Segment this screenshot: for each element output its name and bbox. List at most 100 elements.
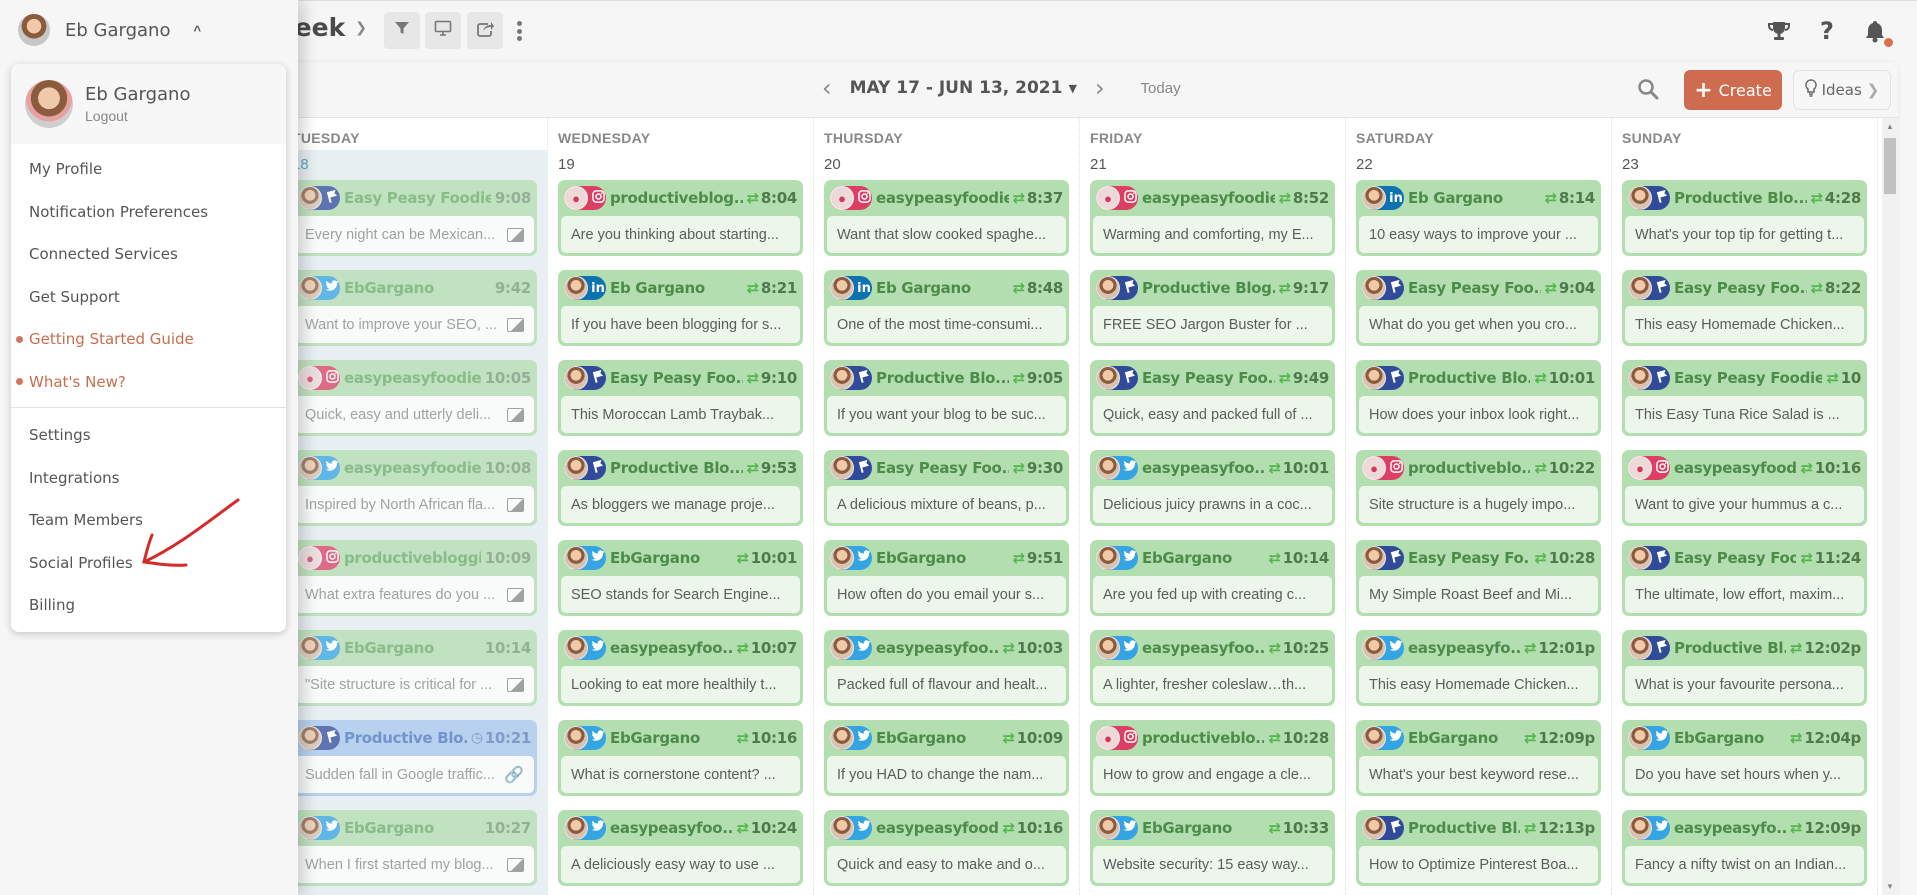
post-card[interactable]: Productive Blo... ⇄ 4:28 What's your top … — [1622, 180, 1867, 256]
post-card[interactable]: Productive Blo... ◷ 10:21 Sudden fall in … — [292, 720, 537, 796]
account-badge: ● — [298, 366, 340, 390]
post-card[interactable]: in Eb Gargano ⇄ 8:21 If you have been blo… — [558, 270, 803, 346]
post-card[interactable]: EbGargano ⇄ 10:33 Website security: 15 ea… — [1090, 810, 1335, 886]
post-card[interactable]: Productive Blog... ⇄ 9:17 FREE SEO Jargon… — [1090, 270, 1335, 346]
menu-item-get-support[interactable]: Get Support — [11, 276, 286, 319]
scroll-down-icon[interactable]: ▼ — [1886, 882, 1894, 891]
post-card[interactable]: EbGargano 9:42 Want to improve your SEO,… — [292, 270, 537, 346]
next-arrow-icon[interactable]: › — [1095, 74, 1105, 102]
post-card[interactable]: Easy Peasy Foodie ⇄ 10 This Easy Tuna Ric… — [1622, 360, 1867, 436]
post-time: 8:22 — [1824, 279, 1861, 297]
account-name: productiveblog... — [610, 189, 743, 207]
post-card[interactable]: EbGargano ⇄ 12:09p What's your best keywo… — [1356, 720, 1601, 796]
post-card[interactable]: EbGargano ⇄ 10:09 If you HAD to change th… — [824, 720, 1069, 796]
post-card[interactable]: Easy Peasy Foodie 9:08 Every night can b… — [292, 180, 537, 256]
day-number[interactable]: 18 — [292, 150, 537, 180]
calendar-scrollbar[interactable]: ▲ ▼ — [1882, 118, 1898, 895]
post-card[interactable]: Productive Bl... ⇄12:02p What is your fa… — [1622, 630, 1867, 706]
menu-item-my-profile[interactable]: My Profile — [11, 148, 286, 191]
post-card[interactable]: ● easypeasyfoodie ⇄ 8:37 Want that slow c… — [824, 180, 1069, 256]
account-name: Productive Bl... — [1674, 639, 1786, 657]
preview-button[interactable] — [425, 12, 461, 49]
menu-item-team-members[interactable]: Team Members — [11, 499, 286, 542]
post-card[interactable]: ● productivebloggi... 10:09 What extra f… — [292, 540, 537, 616]
post-card[interactable]: Easy Peasy Foo... ⇄ 8:22 This easy Homema… — [1622, 270, 1867, 346]
menu-item-notification-preferences[interactable]: Notification Preferences — [11, 191, 286, 234]
bell-icon[interactable] — [1863, 19, 1893, 47]
previous-arrow-icon[interactable]: ‹ — [822, 74, 832, 102]
create-button[interactable]: + Create — [1684, 70, 1782, 110]
day-number[interactable]: 20 — [824, 150, 1069, 180]
day-number[interactable]: 22 — [1356, 150, 1601, 180]
account-badge — [1362, 636, 1404, 660]
post-card[interactable]: EbGargano ⇄ 10:14 Are you fed up with cre… — [1090, 540, 1335, 616]
post-card[interactable]: in Eb Gargano ⇄ 8:14 10 easy ways to impr… — [1356, 180, 1601, 256]
post-text: Sudden fall in Google traffic... — [305, 766, 495, 783]
post-card[interactable]: Easy Peasy Foo... ⇄ 9:30 A delicious mixt… — [824, 450, 1069, 526]
post-card[interactable]: easypeasyfoo... ⇄ 10:01 Delicious juicy p… — [1090, 450, 1335, 526]
post-card[interactable]: Productive Bl... ⇄12:13p How to Optimize… — [1356, 810, 1601, 886]
ideas-button[interactable]: Ideas ❯ — [1793, 70, 1891, 110]
avatar — [18, 14, 50, 46]
post-card[interactable]: EbGargano ⇄ 9:51 How often do you email y… — [824, 540, 1069, 616]
post-card[interactable]: easypeasyfoo... ⇄ 10:25 A lighter, freshe… — [1090, 630, 1335, 706]
scroll-up-icon[interactable]: ▲ — [1886, 122, 1894, 131]
post-card[interactable]: easypeasyfo... ⇄ 12:09p Fancy a nifty twi… — [1622, 810, 1867, 886]
post-card[interactable]: easypeasyfoo... ⇄ 10:24 A deliciously eas… — [558, 810, 803, 886]
menu-item-getting-started-guide[interactable]: Getting Started Guide — [11, 318, 286, 361]
post-time-wrap: 10:09 — [485, 549, 532, 567]
post-time: 12:01p — [1538, 639, 1595, 657]
day-number[interactable]: 23 — [1622, 150, 1867, 180]
post-card[interactable]: EbGargano 10:14 "Site structure is criti… — [292, 630, 537, 706]
post-card[interactable]: ● productiveblo... ⇄ 10:22 Site structure… — [1356, 450, 1601, 526]
post-card[interactable]: EbGargano ⇄ 12:04p Do you have set hours … — [1622, 720, 1867, 796]
search-icon[interactable] — [1637, 78, 1659, 105]
post-card[interactable]: Easy Peasy Foo... ⇄ 9:49 Quick, easy and … — [1090, 360, 1335, 436]
share-button[interactable] — [467, 12, 503, 49]
post-card[interactable]: ● easypeasyfoodie ⇄ 8:52 Warming and comf… — [1090, 180, 1335, 256]
post-preview: Packed full of flavour and healt... — [827, 666, 1066, 703]
post-card[interactable]: easypeasyfoo... ⇄ 10:03 Packed full of fl… — [824, 630, 1069, 706]
day-number[interactable]: 19 — [558, 150, 803, 180]
scrollbar-thumb[interactable] — [1884, 138, 1896, 194]
post-card[interactable]: Easy Peasy Foo... ⇄ 9:10 This Moroccan La… — [558, 360, 803, 436]
filter-button[interactable] — [384, 12, 420, 49]
post-card[interactable]: Productive Blo... ⇄ 10:01 How does your i… — [1356, 360, 1601, 436]
trophy-icon[interactable] — [1767, 19, 1791, 43]
account-badge — [564, 546, 606, 570]
today-button[interactable]: Today — [1141, 80, 1181, 97]
date-range-selector[interactable]: MAY 17 - JUN 13, 2021 ▼ — [850, 78, 1077, 98]
post-card[interactable]: easypeasyfoodie ⇄10:16 Quick and easy to… — [824, 810, 1069, 886]
menu-item-connected-services[interactable]: Connected Services — [11, 233, 286, 276]
post-card[interactable]: in Eb Gargano ⇄ 8:48 One of the most time… — [824, 270, 1069, 346]
post-header: Easy Peasy Fo... ⇄ 10:28 — [1359, 543, 1598, 573]
post-card[interactable]: ● productiveblog... ⇄ 8:04 Are you thinki… — [558, 180, 803, 256]
more-options-button[interactable] — [511, 17, 527, 45]
post-card[interactable]: EbGargano ⇄ 10:16 What is cornerstone con… — [558, 720, 803, 796]
user-menu-toggle[interactable]: Eb Gargano ^ — [18, 14, 201, 46]
post-card[interactable]: easypeasyfoodie 10:08 Inspired by North … — [292, 450, 537, 526]
post-card[interactable]: Easy Peasy Foo... ⇄11:24 The ultimate, l… — [1622, 540, 1867, 616]
menu-item-social-profiles[interactable]: Social Profiles — [11, 542, 286, 585]
logout-link[interactable]: Logout — [85, 108, 190, 124]
menu-item-integrations[interactable]: Integrations — [11, 457, 286, 500]
post-card[interactable]: easypeasyfo... ⇄ 12:01p This easy Homemad… — [1356, 630, 1601, 706]
menu-item-settings[interactable]: Settings — [11, 414, 286, 457]
post-time: 10:24 — [750, 819, 798, 837]
post-card[interactable]: ● easypeasyfoodie ⇄10:16 Want to give yo… — [1622, 450, 1867, 526]
post-time: 9:05 — [1026, 369, 1063, 387]
post-card[interactable]: ● easypeasyfoodie 10:05 Quick, easy and … — [292, 360, 537, 436]
day-number[interactable]: 21 — [1090, 150, 1335, 180]
post-card[interactable]: easypeasyfoo... ⇄ 10:07 Looking to eat mo… — [558, 630, 803, 706]
post-card[interactable]: Productive Blo... ⇄ 9:05 If you want your… — [824, 360, 1069, 436]
menu-item-billing[interactable]: Billing — [11, 584, 286, 627]
post-card[interactable]: EbGargano 10:27 When I first started my … — [292, 810, 537, 886]
post-card[interactable]: Easy Peasy Foo... ⇄ 9:04 What do you get … — [1356, 270, 1601, 346]
help-icon[interactable]: ? — [1815, 17, 1839, 45]
post-header: easypeasyfoo... ⇄ 10:25 — [1093, 633, 1332, 663]
post-card[interactable]: EbGargano ⇄ 10:01 SEO stands for Search E… — [558, 540, 803, 616]
post-card[interactable]: Easy Peasy Fo... ⇄ 10:28 My Simple Roast … — [1356, 540, 1601, 616]
post-card[interactable]: ● productiveblo... ⇄ 10:28 How to grow an… — [1090, 720, 1335, 796]
post-card[interactable]: Productive Blo... ⇄ 9:53 As bloggers we m… — [558, 450, 803, 526]
menu-item-what-s-new[interactable]: What's New? — [11, 361, 286, 404]
